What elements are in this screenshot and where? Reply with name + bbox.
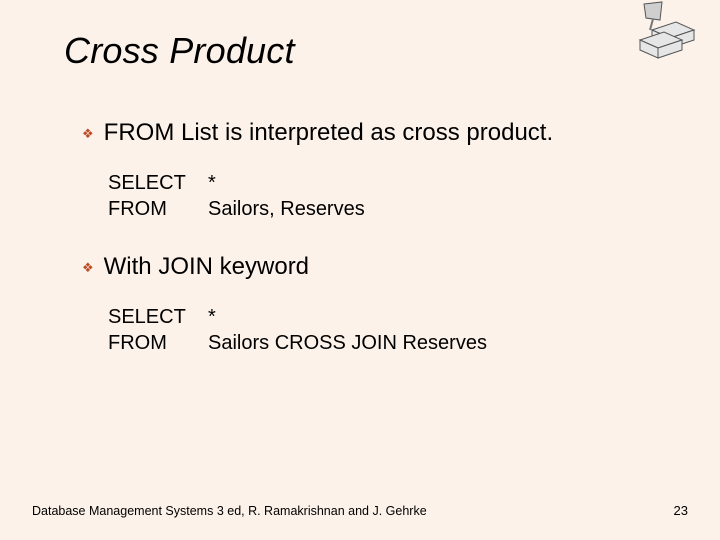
- slide: Cross Product ❖ FROM List is interpreted…: [0, 0, 720, 540]
- diamond-bullet-icon: ❖: [82, 261, 94, 274]
- code-rest: *: [208, 304, 216, 330]
- code-keyword: SELECT: [108, 170, 208, 196]
- bullet-text: With JOIN keyword: [104, 252, 309, 282]
- code-rest: Sailors CROSS JOIN Reserves: [208, 330, 487, 356]
- footer-text: Database Management Systems 3 ed, R. Ram…: [32, 504, 427, 518]
- page-number: 23: [674, 503, 688, 518]
- diamond-bullet-icon: ❖: [82, 127, 94, 140]
- bricks-trowel-icon: [622, 0, 696, 60]
- code-rest: Sailors, Reserves: [208, 196, 365, 222]
- code-block: SELECT * FROM Sailors CROSS JOIN Reserve…: [108, 304, 656, 356]
- code-keyword: FROM: [108, 330, 208, 356]
- code-line: FROM Sailors CROSS JOIN Reserves: [108, 330, 656, 356]
- code-keyword: FROM: [108, 196, 208, 222]
- code-line: SELECT *: [108, 170, 656, 196]
- bullet-item: ❖ FROM List is interpreted as cross prod…: [82, 118, 656, 148]
- code-line: SELECT *: [108, 304, 656, 330]
- bullet-item: ❖ With JOIN keyword: [82, 252, 656, 282]
- code-rest: *: [208, 170, 216, 196]
- code-block: SELECT * FROM Sailors, Reserves: [108, 170, 656, 222]
- code-line: FROM Sailors, Reserves: [108, 196, 656, 222]
- bullet-text: FROM List is interpreted as cross produc…: [104, 118, 553, 148]
- code-keyword: SELECT: [108, 304, 208, 330]
- slide-title: Cross Product: [64, 30, 656, 72]
